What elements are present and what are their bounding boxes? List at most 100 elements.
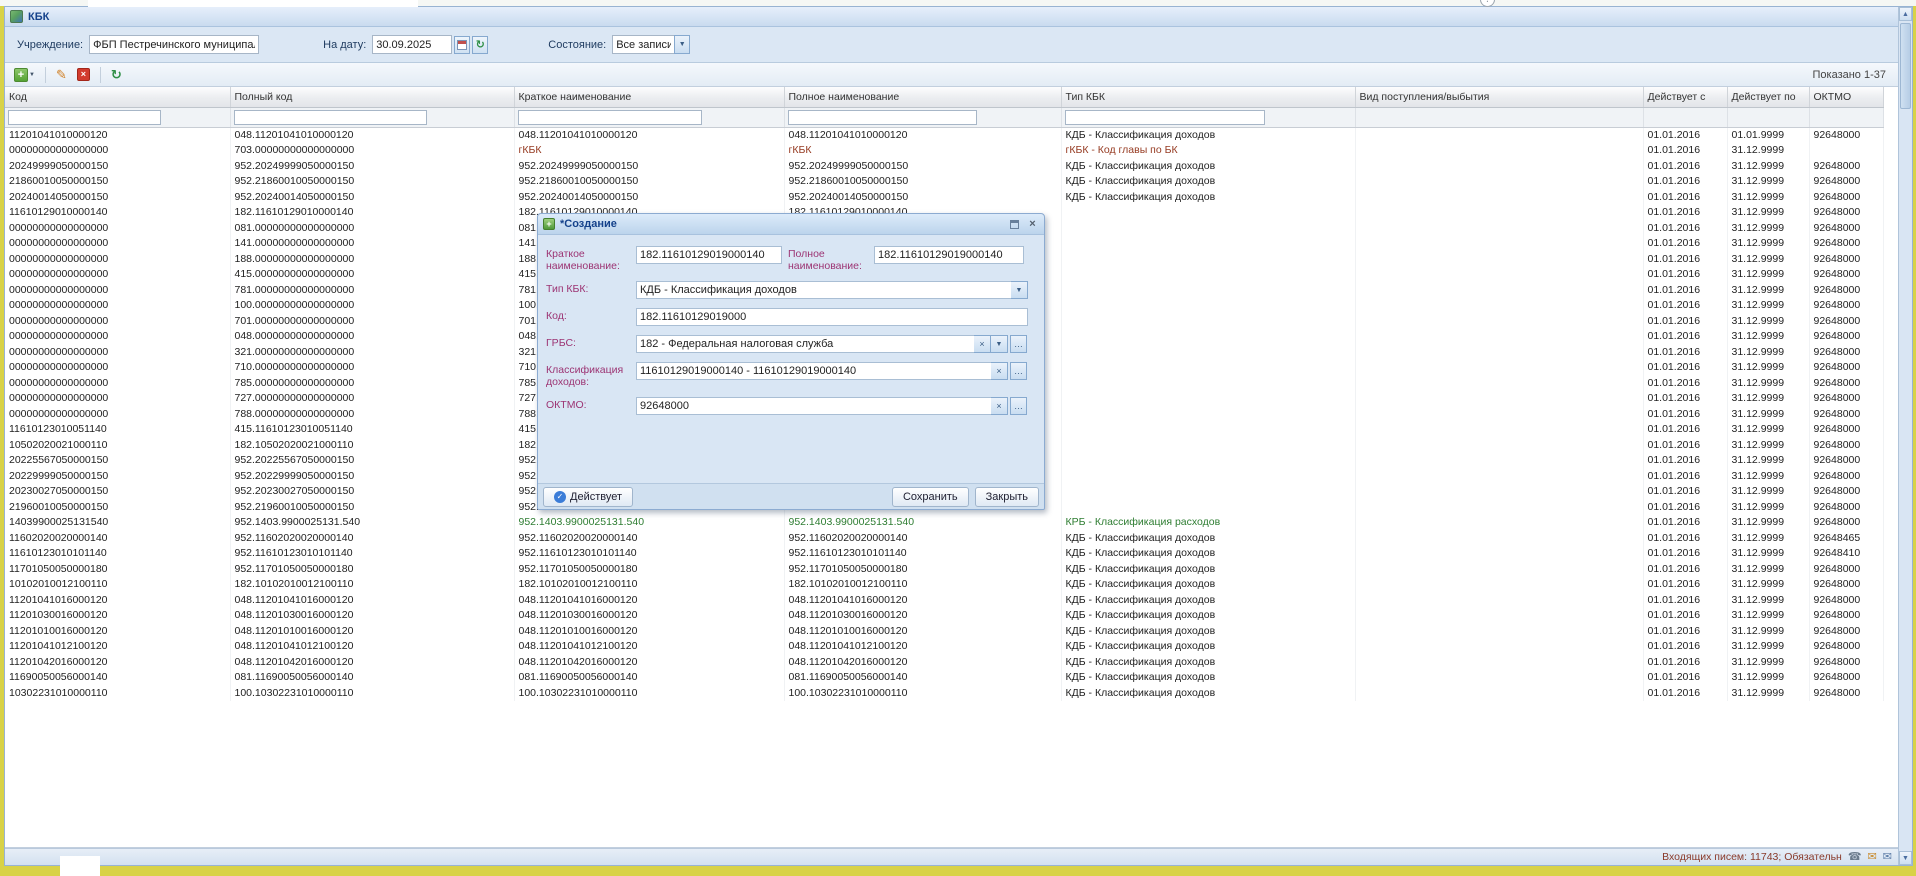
col-header-kind[interactable]: Вид поступления/выбытия xyxy=(1355,87,1643,107)
clear-icon[interactable]: × xyxy=(991,397,1008,415)
table-row[interactable]: 11701050050000180952.1170105005000018095… xyxy=(5,562,1883,578)
col-header-type[interactable]: Тип КБК xyxy=(1061,87,1355,107)
cell-oktmo: 92648000 xyxy=(1809,391,1883,407)
kbk-type-label: Тип КБК: xyxy=(546,281,636,295)
date-picker-button[interactable] xyxy=(454,36,470,54)
cell-oktmo: 92648000 xyxy=(1809,593,1883,609)
table-row[interactable]: 11201030016000120048.1120103001600012004… xyxy=(5,608,1883,624)
cell-type: КДБ - Классификация доходов xyxy=(1061,624,1355,640)
col-header-full-name[interactable]: Полное наименование xyxy=(784,87,1061,107)
cell-full: 182.11610129010000140 xyxy=(230,205,514,221)
maximize-button[interactable] xyxy=(1008,218,1021,231)
table-row[interactable]: 11201041012100120048.1120104101210012004… xyxy=(5,639,1883,655)
table-row[interactable]: 11201042016000120048.1120104201600012004… xyxy=(5,655,1883,671)
table-row[interactable]: 11690050056000140081.1169005005600014008… xyxy=(5,670,1883,686)
mail-icon-2[interactable]: ✉ xyxy=(1883,852,1892,863)
lookup-ellipsis-button[interactable]: … xyxy=(1010,335,1027,353)
cell-kod: 20229999050000150 xyxy=(5,469,230,485)
cell-kod: 00000000000000000 xyxy=(5,407,230,423)
chevron-down-icon[interactable]: ▼ xyxy=(674,35,690,54)
cell-from: 01.01.2016 xyxy=(1643,608,1727,624)
table-row[interactable]: 11602020020000140952.1160202002000014095… xyxy=(5,531,1883,547)
income-class-input[interactable] xyxy=(636,362,991,380)
chevron-down-icon[interactable]: ▼ xyxy=(1011,281,1028,299)
full-name-input[interactable] xyxy=(874,246,1024,264)
cell-name: 952.20249999050000150 xyxy=(784,159,1061,175)
table-row[interactable]: 11201041010000120048.1120104101000012004… xyxy=(5,127,1883,143)
phone-icon[interactable]: ☎ xyxy=(1848,852,1862,863)
state-select-input[interactable] xyxy=(612,35,674,54)
col-header-full-code[interactable]: Полный код xyxy=(230,87,514,107)
cell-name: 048.11201010016000120 xyxy=(784,624,1061,640)
refresh-button[interactable]: ↻ xyxy=(108,66,125,83)
scrollbar-thumb[interactable] xyxy=(1900,23,1911,109)
table-row[interactable]: 10102010012100110182.1010201001210011018… xyxy=(5,577,1883,593)
table-row[interactable]: 11201010016000120048.1120101001600012004… xyxy=(5,624,1883,640)
column-header-row: Код Полный код Краткое наименование Полн… xyxy=(5,87,1883,107)
col-header-valid-from[interactable]: Действует с xyxy=(1643,87,1727,107)
cell-from: 01.01.2016 xyxy=(1643,174,1727,190)
date-today-button[interactable]: ↻ xyxy=(472,36,488,54)
clear-icon[interactable]: × xyxy=(991,362,1008,380)
filter-input-type[interactable] xyxy=(1065,110,1266,125)
cell-oktmo: 92648000 xyxy=(1809,252,1883,268)
cell-full: 952.20240014050000150 xyxy=(230,190,514,206)
cell-full: 701.00000000000000000 xyxy=(230,314,514,330)
cell-from: 01.01.2016 xyxy=(1643,205,1727,221)
grbs-input[interactable] xyxy=(636,335,974,353)
lookup-ellipsis-button[interactable]: … xyxy=(1010,362,1027,380)
cell-to: 31.12.9999 xyxy=(1727,593,1809,609)
filter-input-kod[interactable] xyxy=(8,110,161,125)
edit-button[interactable]: ✎ xyxy=(53,66,70,83)
table-row[interactable]: 14039900025131540952.1403.9900025131.540… xyxy=(5,515,1883,531)
table-row[interactable]: 11201041016000120048.1120104101600012004… xyxy=(5,593,1883,609)
col-header-oktmo[interactable]: ОКТМО xyxy=(1809,87,1883,107)
cell-kod: 11610123010101140 xyxy=(5,546,230,562)
cell-kind xyxy=(1355,608,1643,624)
table-row[interactable]: 11610123010101140952.1161012301010114095… xyxy=(5,546,1883,562)
scroll-down-icon[interactable]: ▼ xyxy=(1899,851,1912,865)
institution-input[interactable] xyxy=(89,35,259,54)
cell-kod: 00000000000000000 xyxy=(5,314,230,330)
table-row[interactable]: 20249999050000150952.2024999905000015095… xyxy=(5,159,1883,175)
filter-input-full-name[interactable] xyxy=(788,110,977,125)
state-select[interactable]: ▼ xyxy=(612,35,690,54)
filter-input-full-code[interactable] xyxy=(234,110,428,125)
table-row[interactable]: 10302231010000110100.1030223101000011010… xyxy=(5,686,1883,702)
add-button[interactable]: + ▼ xyxy=(11,66,38,84)
oktmo-input[interactable] xyxy=(636,397,991,415)
dialog-header[interactable]: + *Создание × xyxy=(538,214,1044,235)
scroll-up-icon[interactable]: ▲ xyxy=(1899,7,1912,21)
cell-type xyxy=(1061,360,1355,376)
table-row[interactable]: 00000000000000000703.00000000000000000гК… xyxy=(5,143,1883,159)
date-input[interactable] xyxy=(372,35,452,54)
lookup-ellipsis-button[interactable]: … xyxy=(1010,397,1027,415)
kbk-type-select[interactable] xyxy=(636,281,1011,299)
code-label: Код: xyxy=(546,308,636,322)
cell-short: 952.11701050050000180 xyxy=(514,562,784,578)
dialog-close-button[interactable]: Закрыть xyxy=(975,487,1039,507)
chevron-down-icon[interactable]: ▼ xyxy=(991,335,1008,353)
cell-kod: 11201042016000120 xyxy=(5,655,230,671)
cell-kind xyxy=(1355,469,1643,485)
active-toggle-button[interactable]: ✓ Действует xyxy=(543,487,633,507)
filter-input-short-name[interactable] xyxy=(518,110,702,125)
col-header-short-name[interactable]: Краткое наименование xyxy=(514,87,784,107)
cell-full: 048.11201041016000120 xyxy=(230,593,514,609)
vertical-scrollbar[interactable]: ▲ ▼ xyxy=(1898,7,1912,865)
col-header-kod[interactable]: Код xyxy=(5,87,230,107)
code-input[interactable] xyxy=(636,308,1028,326)
cell-name: 952.11610123010101140 xyxy=(784,546,1061,562)
close-button[interactable]: × xyxy=(1026,218,1039,231)
cell-from: 01.01.2016 xyxy=(1643,376,1727,392)
mail-icon[interactable]: ✉ xyxy=(1868,852,1877,863)
table-row[interactable]: 20240014050000150952.2024001405000015095… xyxy=(5,190,1883,206)
table-row[interactable]: 21860010050000150952.2186001005000015095… xyxy=(5,174,1883,190)
short-name-input[interactable] xyxy=(636,246,782,264)
clear-icon[interactable]: × xyxy=(974,335,991,353)
cell-type xyxy=(1061,283,1355,299)
delete-button[interactable]: × xyxy=(74,66,93,83)
cell-full: 952.20230027050000150 xyxy=(230,484,514,500)
col-header-valid-to[interactable]: Действует по xyxy=(1727,87,1809,107)
save-button[interactable]: Сохранить xyxy=(892,487,969,507)
